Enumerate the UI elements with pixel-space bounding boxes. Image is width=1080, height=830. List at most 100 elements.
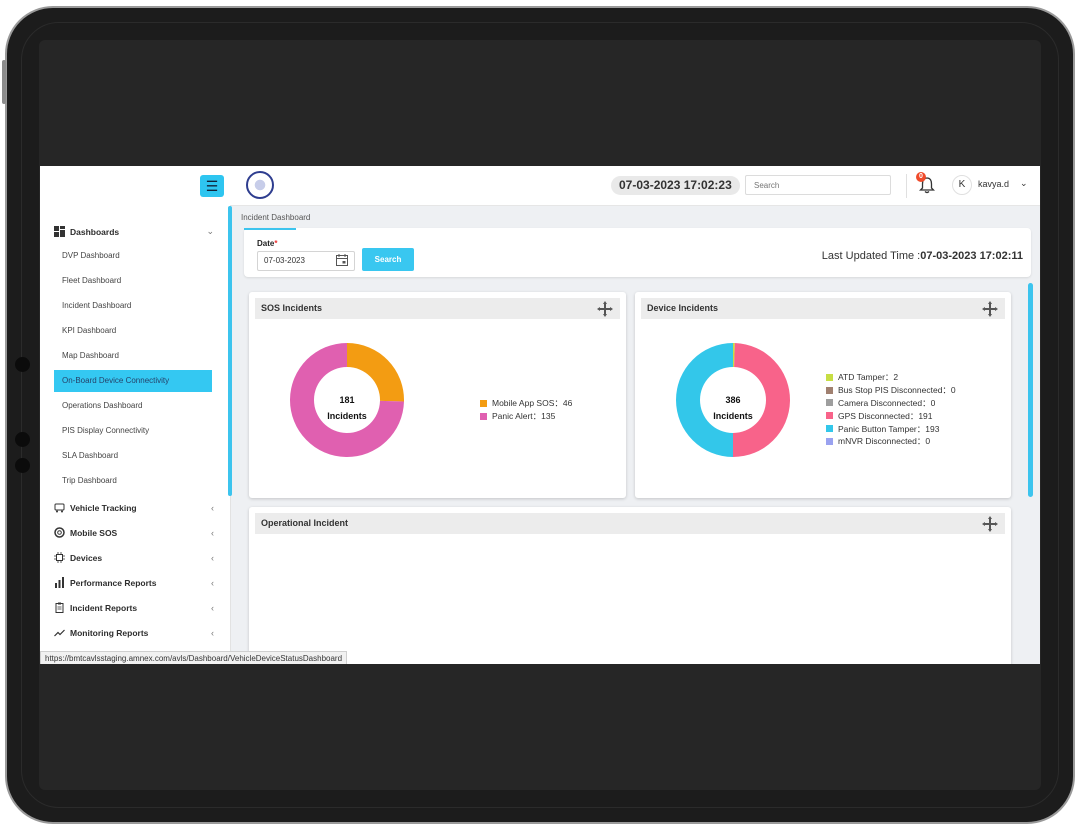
date-label-text: Date bbox=[257, 239, 275, 248]
legend-item[interactable]: Panic Alert：135 bbox=[480, 410, 572, 423]
content-scroll-indicator bbox=[228, 206, 232, 496]
sidebar-item-kpi-dashboard[interactable]: KPI Dashboard bbox=[54, 320, 212, 342]
chevron-left-icon: ‹ bbox=[211, 577, 214, 588]
nav-group-mobile-sos[interactable]: Mobile SOS ‹ bbox=[54, 527, 214, 538]
chevron-left-icon: ‹ bbox=[211, 527, 214, 538]
trend-icon bbox=[54, 629, 65, 637]
browser-viewport: ☰ Dashboards ⌄ DVP Dashboard Fleet Dashb… bbox=[40, 166, 1040, 664]
filter-panel: Date* 07-03-2023 Search Last Updated Tim… bbox=[244, 228, 1031, 277]
device-donut-center: 386 Incidents bbox=[703, 392, 763, 424]
legend-label: Panic Button Tamper：193 bbox=[838, 423, 940, 434]
tablet-sensor-dot bbox=[15, 432, 30, 447]
chevron-left-icon: ‹ bbox=[211, 552, 214, 563]
top-header: 07-03-2023 17:02:23 0 K kavya.d ⌄ bbox=[230, 166, 1040, 206]
sidebar-item-map-dashboard[interactable]: Map Dashboard bbox=[54, 345, 212, 367]
legend-item[interactable]: ATD Tamper：2 bbox=[826, 371, 956, 384]
bus-icon bbox=[54, 503, 65, 513]
nav-group-dashboards[interactable]: Dashboards ⌄ bbox=[54, 226, 214, 237]
sos-total-label: Incidents bbox=[327, 411, 367, 421]
sos-donut-center: 181 Incidents bbox=[317, 392, 377, 424]
filter-tab-indicator bbox=[244, 228, 296, 230]
header-search-input[interactable] bbox=[745, 175, 891, 195]
nav-group-label: Devices bbox=[70, 552, 103, 563]
chevron-left-icon: ‹ bbox=[211, 602, 214, 613]
nav-group-monitoring-reports[interactable]: Monitoring Reports ‹ bbox=[54, 627, 214, 638]
chevron-left-icon: ‹ bbox=[211, 502, 214, 513]
header-divider bbox=[906, 174, 907, 198]
chevron-down-icon[interactable]: ⌄ bbox=[1020, 178, 1028, 189]
legend-label: Panic Alert：135 bbox=[492, 411, 556, 422]
legend-label: ATD Tamper：2 bbox=[838, 372, 899, 383]
status-url-bar: https://bmtcavlsstaging.amnex.com/avls/D… bbox=[40, 651, 348, 664]
nav-group-label: Monitoring Reports bbox=[70, 627, 149, 638]
legend-swatch bbox=[826, 412, 833, 420]
nav-group-label: Performance Reports bbox=[70, 577, 157, 588]
lifebuoy-icon bbox=[54, 527, 65, 538]
legend-swatch bbox=[480, 412, 487, 420]
legend-label: GPS Disconnected：191 bbox=[838, 410, 933, 421]
tablet-sensor-dot bbox=[15, 458, 30, 473]
card-title: SOS Incidents bbox=[255, 298, 620, 319]
sos-incidents-card: SOS Incidents 181 Incidents Mobile App S… bbox=[249, 292, 626, 498]
device-total: 386 bbox=[725, 395, 741, 405]
move-arrows-icon[interactable] bbox=[596, 300, 614, 318]
calendar-icon[interactable] bbox=[336, 254, 348, 266]
current-datetime: 07-03-2023 17:02:23 bbox=[611, 176, 740, 195]
sidebar-item-pis-display-connectivity[interactable]: PIS Display Connectivity bbox=[54, 420, 212, 442]
legend-swatch bbox=[826, 437, 833, 445]
legend-swatch bbox=[826, 386, 833, 394]
legend-swatch bbox=[826, 425, 833, 433]
breadcrumb: Incident Dashboard bbox=[241, 213, 311, 222]
last-updated-value: 07-03-2023 17:02:11 bbox=[920, 250, 1023, 262]
dashboard-grid-icon bbox=[54, 226, 65, 237]
nav-group-label: Dashboards bbox=[70, 226, 120, 237]
nav-group-incident-reports[interactable]: Incident Reports ‹ bbox=[54, 602, 214, 613]
nav-group-devices[interactable]: Devices ‹ bbox=[54, 552, 214, 563]
sidebar-item-trip-dashboard[interactable]: Trip Dashboard bbox=[54, 470, 212, 492]
legend-label: Mobile App SOS：46 bbox=[492, 398, 573, 409]
sidebar: ☰ Dashboards ⌄ DVP Dashboard Fleet Dashb… bbox=[40, 166, 231, 664]
device-incidents-card: Device Incidents 386 Incidents ATD Tampe… bbox=[635, 292, 1011, 498]
notification-badge: 0 bbox=[916, 172, 926, 182]
move-arrows-icon[interactable] bbox=[981, 300, 999, 318]
sidebar-item-operations-dashboard[interactable]: Operations Dashboard bbox=[54, 395, 212, 417]
last-updated-label: Last Updated Time : bbox=[821, 250, 921, 262]
legend-item[interactable]: Mobile App SOS：46 bbox=[480, 397, 572, 410]
sidebar-item-sla-dashboard[interactable]: SLA Dashboard bbox=[54, 445, 212, 467]
chip-icon bbox=[54, 552, 65, 563]
operational-bar-chart: 6,0005,0004,0003,0002,000405538035248395… bbox=[249, 507, 1011, 664]
legend-item[interactable]: Bus Stop PIS Disconnected：0 bbox=[826, 384, 956, 397]
clipboard-icon bbox=[55, 602, 64, 613]
legend-item[interactable]: mNVR Disconnected：0 bbox=[826, 435, 956, 448]
nav-group-label: Mobile SOS bbox=[70, 527, 118, 538]
nav-group-label: Incident Reports bbox=[70, 602, 138, 613]
org-logo[interactable] bbox=[246, 171, 274, 199]
avatar[interactable]: K bbox=[952, 175, 972, 195]
card-title: Device Incidents bbox=[641, 298, 1005, 319]
legend-swatch bbox=[826, 399, 833, 407]
last-updated-time: Last Updated Time :07-03-2023 17:02:11 bbox=[822, 250, 1023, 262]
device-total-label: Incidents bbox=[713, 411, 753, 421]
legend-item[interactable]: Panic Button Tamper：193 bbox=[826, 422, 956, 435]
legend-item[interactable]: GPS Disconnected：191 bbox=[826, 409, 956, 422]
sidebar-item-incident-dashboard[interactable]: Incident Dashboard bbox=[54, 295, 212, 317]
legend-swatch bbox=[826, 373, 833, 381]
chevron-down-icon: ⌄ bbox=[206, 226, 214, 236]
nav-group-performance-reports[interactable]: Performance Reports ‹ bbox=[54, 577, 214, 588]
tablet-side-button bbox=[2, 60, 6, 104]
hamburger-menu-button[interactable]: ☰ bbox=[200, 175, 224, 197]
bar-chart-icon bbox=[55, 577, 64, 588]
sos-total: 181 bbox=[339, 395, 355, 405]
sidebar-item-dvp-dashboard[interactable]: DVP Dashboard bbox=[54, 245, 212, 267]
sidebar-item-fleet-dashboard[interactable]: Fleet Dashboard bbox=[54, 270, 212, 292]
required-mark: * bbox=[274, 239, 278, 248]
legend-label: Bus Stop PIS Disconnected：0 bbox=[838, 385, 956, 396]
sidebar-item-onboard-device-connectivity[interactable]: On-Board Device Connectivity bbox=[54, 370, 212, 392]
legend-label: mNVR Disconnected：0 bbox=[838, 436, 931, 447]
main-scrollbar[interactable] bbox=[1028, 283, 1033, 497]
username-label[interactable]: kavya.d bbox=[978, 179, 1009, 189]
legend-item[interactable]: Camera Disconnected：0 bbox=[826, 397, 956, 410]
search-button[interactable]: Search bbox=[362, 248, 414, 271]
sos-legend: Mobile App SOS：46 Panic Alert：135 bbox=[480, 397, 572, 423]
nav-group-vehicle-tracking[interactable]: Vehicle Tracking ‹ bbox=[54, 502, 214, 513]
